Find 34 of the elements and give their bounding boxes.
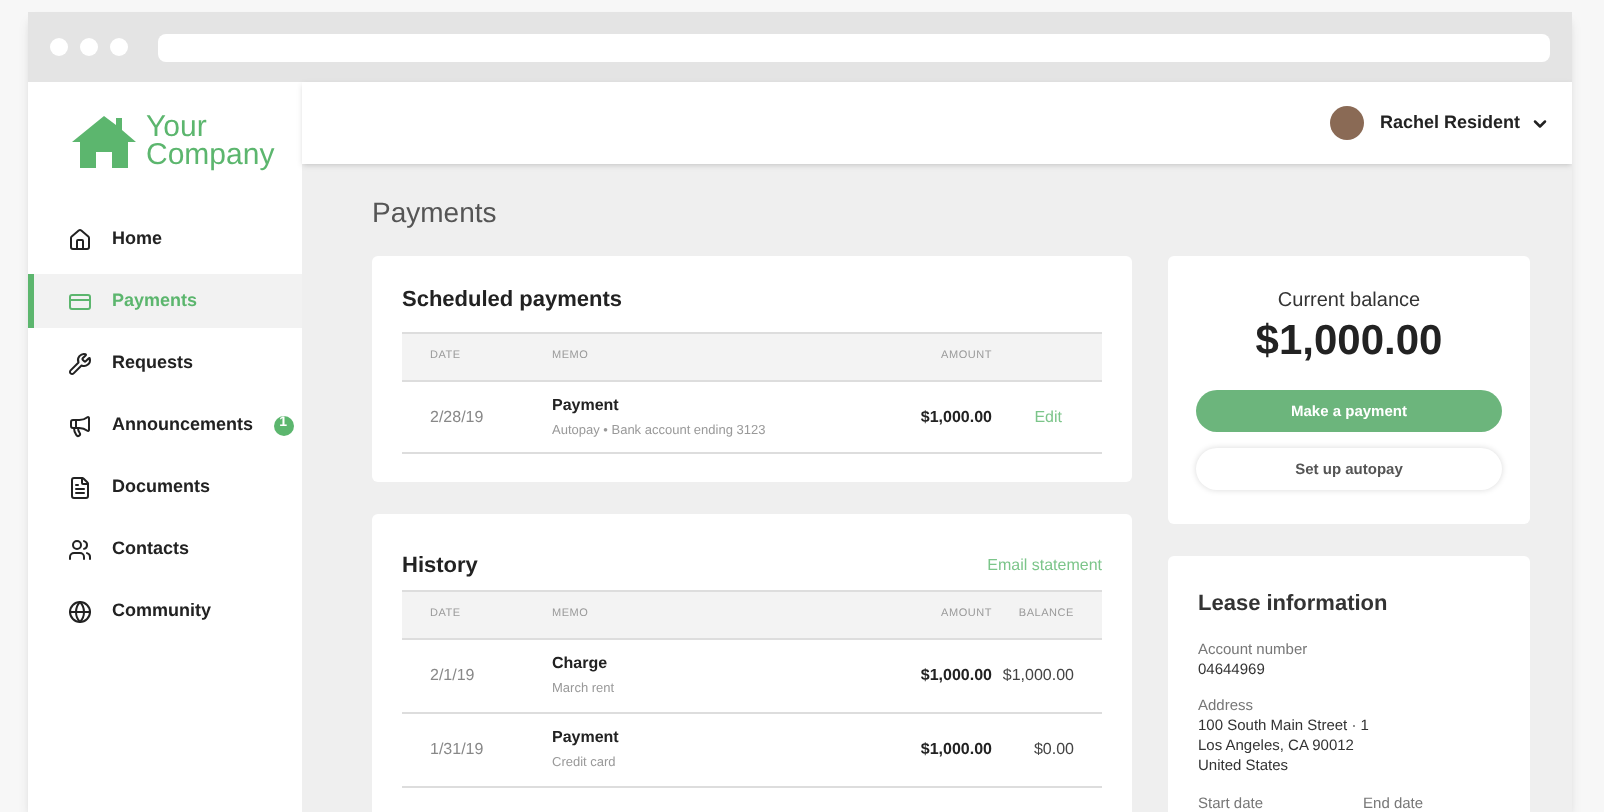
table-cell-text: $1,000.00 [918,664,992,688]
page-title: Payments [372,196,499,232]
sidebar-item[interactable]: Documents [28,460,302,514]
user-menu[interactable]: Rachel Resident [1379,109,1550,137]
balance-label: Current balance [1277,288,1421,316]
balance-amount: $1,000.00 [1255,316,1443,368]
sidebar-item[interactable]: Community [28,584,302,638]
table-cell-text: Payment [552,393,621,418]
document-icon [68,475,92,499]
avatar-icon [1329,106,1364,140]
sidebar-item[interactable]: Contacts [28,522,302,576]
table-cell-text: Charge [552,652,610,677]
sidebar-item[interactable]: Home [28,212,302,266]
table-cell-text: $1,000.00 [918,405,992,429]
card-title: Scheduled payments [402,286,625,316]
address-bar[interactable] [158,33,1550,61]
table-cell-text: 2/1/19 [428,664,477,688]
company-name: Your Company [146,114,275,170]
megaphone-icon [68,413,92,437]
table-cell-text: 2/28/19 [428,405,486,429]
card-title: History [402,551,478,582]
house-icon [68,227,92,251]
table-cell-text: 1/31/19 [428,738,486,762]
people-icon [68,537,92,561]
table-cell-text: $1,000.00 [918,738,992,762]
wrench-icon [68,351,92,375]
sidebar-item[interactable]: Requests [28,336,302,390]
globe-icon [68,599,92,623]
house-logo-icon [70,114,138,170]
table-cell-text: $0.00 [1031,738,1076,762]
table-cell-text: Payment [552,726,621,751]
card-title: Lease information [1198,590,1390,620]
card-icon [68,289,92,313]
table-cell-text: $1,000.00 [1000,664,1076,688]
